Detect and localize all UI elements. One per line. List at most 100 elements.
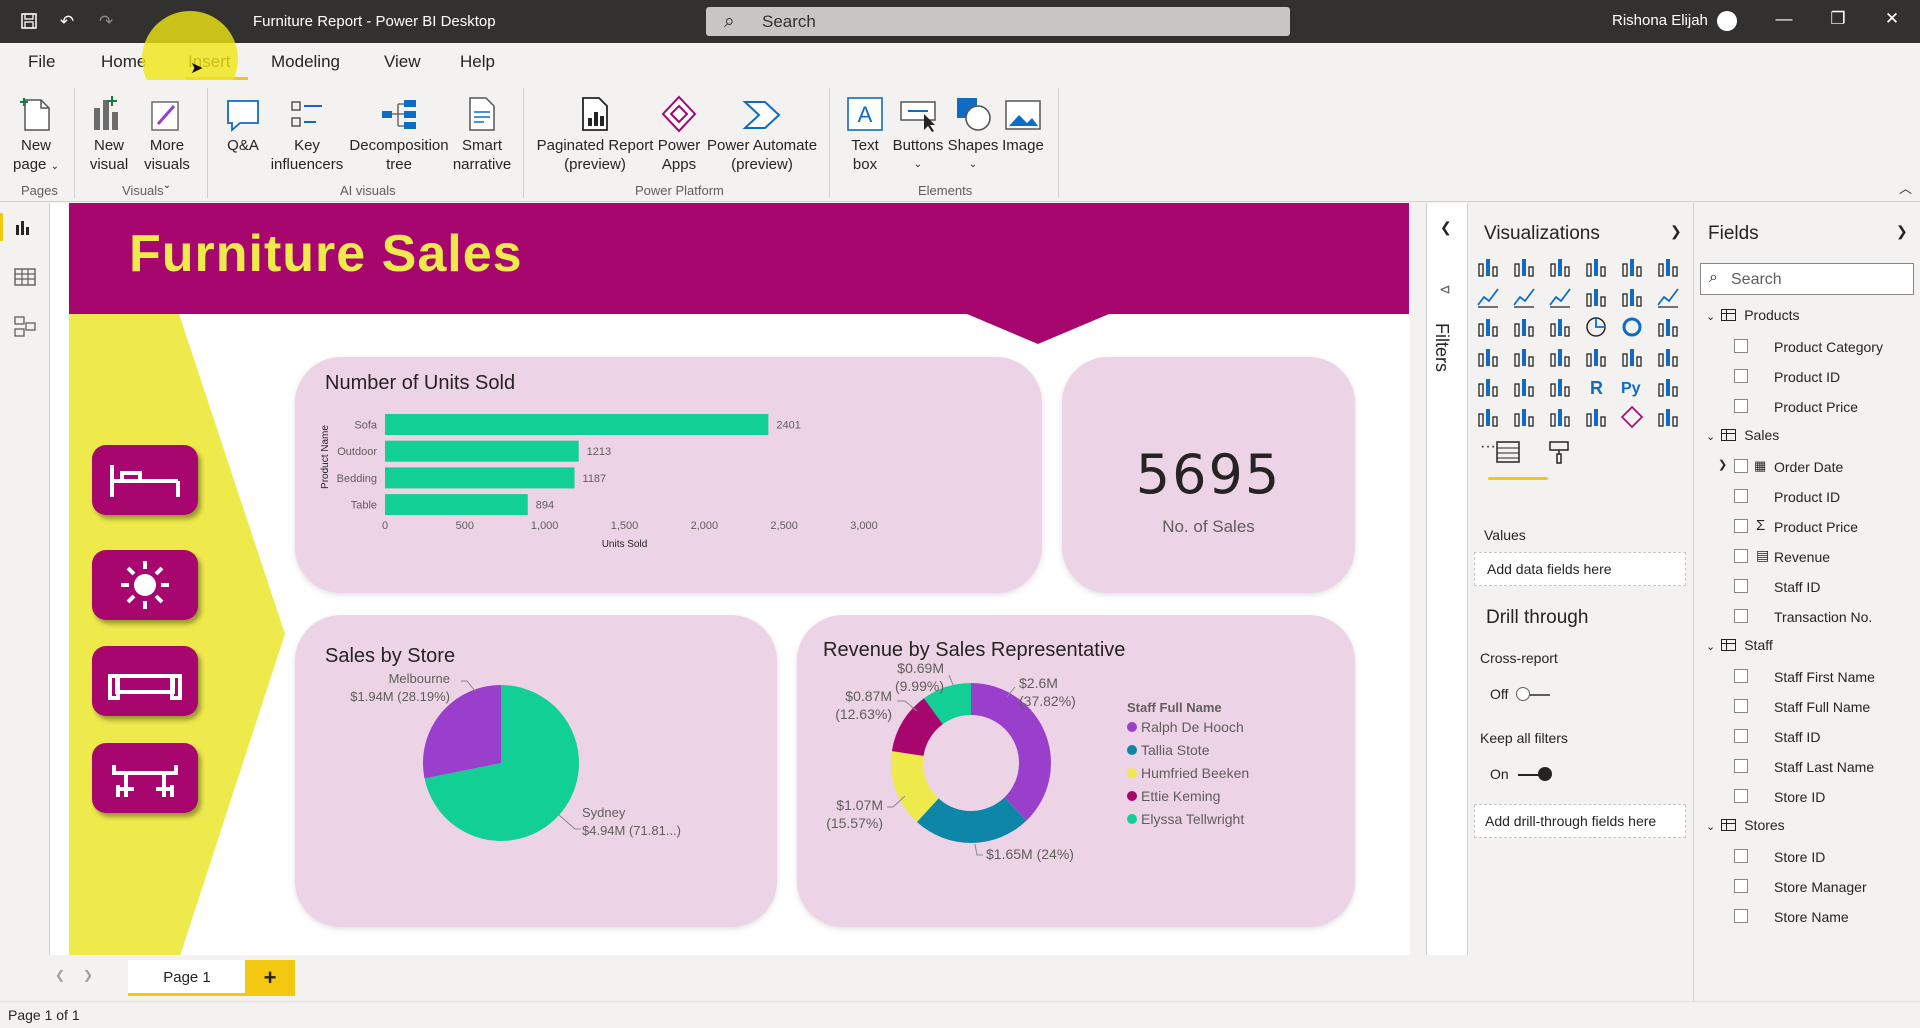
minimize-icon[interactable]: — — [1769, 9, 1799, 33]
keep-filters-toggle[interactable] — [1516, 767, 1552, 781]
cross-report-toggle[interactable] — [1516, 687, 1552, 701]
tab-modeling[interactable]: Modeling — [271, 52, 340, 72]
stacked-column-visual-icon[interactable] — [1512, 255, 1536, 279]
qa-visual-icon[interactable] — [1512, 405, 1536, 429]
field-item[interactable]: ▤ Revenue — [1734, 547, 1914, 569]
field-checkbox[interactable] — [1734, 399, 1748, 413]
collapse-fields-icon[interactable]: ❯ — [1896, 223, 1908, 240]
user-name[interactable]: Rishona Elijah — [1612, 12, 1708, 29]
field-item[interactable]: Product ID — [1734, 367, 1914, 389]
new-page-button[interactable]: New page ⌄ — [12, 86, 60, 176]
image-button[interactable]: Image — [1000, 86, 1046, 155]
paginated-report-button[interactable]: Paginated Report (preview) — [536, 86, 654, 174]
r-script-visual-icon[interactable]: R — [1584, 375, 1608, 399]
field-item[interactable]: Staff ID — [1734, 577, 1914, 599]
more-visuals-button[interactable]: More visuals ⌄ — [142, 86, 192, 195]
collapse-visualizations-icon[interactable]: ❯ — [1670, 223, 1682, 240]
kpi-visual-icon[interactable] — [1656, 345, 1680, 369]
clustered-bar-visual-icon[interactable] — [1548, 255, 1572, 279]
field-checkbox[interactable] — [1734, 519, 1748, 533]
field-checkbox[interactable] — [1734, 579, 1748, 593]
field-checkbox[interactable] — [1734, 729, 1748, 743]
field-item[interactable]: Σ Product Price — [1734, 517, 1914, 539]
smart-narrative-button[interactable]: Smart narrative — [450, 86, 514, 174]
format-paintbrush-icon[interactable] — [1546, 439, 1572, 469]
pie-visual-icon[interactable] — [1584, 315, 1608, 339]
drill-through-drop-zone[interactable]: Add drill-through fields here — [1474, 804, 1686, 838]
filled-map-visual-icon[interactable] — [1512, 345, 1536, 369]
stacked-bar-visual-icon[interactable] — [1476, 255, 1500, 279]
map-visual-icon[interactable] — [1476, 345, 1500, 369]
field-item[interactable]: Staff Last Name — [1734, 757, 1914, 779]
area-visual-icon[interactable] — [1512, 285, 1536, 309]
100pct-bar-visual-icon[interactable] — [1620, 255, 1644, 279]
bedding-category-button[interactable] — [92, 445, 198, 515]
next-page-icon[interactable]: ❯ — [83, 968, 93, 982]
field-checkbox[interactable] — [1734, 549, 1748, 563]
line-stacked-column-visual-icon[interactable] — [1620, 285, 1644, 309]
field-item[interactable]: Product ID — [1734, 487, 1914, 509]
field-checkbox[interactable] — [1734, 699, 1748, 713]
power-automate-button[interactable]: Power Automate (preview) — [706, 86, 818, 174]
close-icon[interactable]: ✕ — [1877, 9, 1907, 33]
decomposition-visual-icon[interactable] — [1476, 405, 1500, 429]
field-item[interactable]: Store Manager — [1734, 877, 1914, 899]
paginated-visual-icon[interactable] — [1584, 405, 1608, 429]
table-category-button[interactable] — [92, 743, 198, 813]
field-item[interactable]: Product Category — [1734, 337, 1914, 359]
expand-filters-icon[interactable]: ❮ — [1440, 219, 1452, 236]
power-automate-visual-icon[interactable] — [1656, 405, 1680, 429]
new-visual-button[interactable]: New visual — [88, 86, 130, 174]
clustered-column-visual-icon[interactable] — [1584, 255, 1608, 279]
key-influencers-visual-icon[interactable] — [1656, 375, 1680, 399]
field-checkbox[interactable] — [1734, 339, 1748, 353]
tab-file[interactable]: File — [28, 52, 55, 72]
field-item[interactable]: Staff ID — [1734, 727, 1914, 749]
key-influencers-button[interactable]: Key influencers — [268, 86, 346, 174]
buttons-button[interactable]: Buttons ⌄ — [890, 86, 946, 174]
field-checkbox[interactable] — [1734, 459, 1748, 473]
avatar[interactable] — [1717, 11, 1737, 31]
sofa-category-button[interactable] — [92, 646, 198, 716]
100pct-column-visual-icon[interactable] — [1656, 255, 1680, 279]
kpi-card[interactable]: 5695 No. of Sales — [1062, 357, 1355, 593]
field-item[interactable]: Staff Full Name — [1734, 697, 1914, 719]
field-item[interactable]: Store Name — [1734, 907, 1914, 929]
python-visual-icon[interactable]: Py — [1620, 375, 1644, 399]
multi-row-card-visual-icon[interactable] — [1620, 345, 1644, 369]
table-node-stores[interactable]: ⌄ Stores — [1706, 817, 1785, 834]
sales-by-store-card[interactable]: Sales by Store Sydney $4.94M (71.81...) Me… — [295, 615, 777, 927]
treemap-visual-icon[interactable] — [1656, 315, 1680, 339]
field-checkbox[interactable] — [1734, 669, 1748, 683]
field-checkbox[interactable] — [1734, 849, 1748, 863]
field-checkbox[interactable] — [1734, 759, 1748, 773]
page-tab-1[interactable]: Page 1 — [128, 960, 246, 996]
card-visual-icon[interactable] — [1584, 345, 1608, 369]
narrative-visual-icon[interactable] — [1548, 405, 1572, 429]
add-page-button[interactable]: + — [245, 960, 295, 996]
decomposition-tree-button[interactable]: Decomposition tree — [346, 86, 452, 174]
data-view-icon[interactable] — [14, 267, 36, 291]
fields-well-icon[interactable] — [1495, 439, 1521, 469]
qa-button[interactable]: Q&A — [224, 86, 262, 155]
field-checkbox[interactable] — [1734, 789, 1748, 803]
field-item[interactable]: Product Price — [1734, 397, 1914, 419]
field-item[interactable]: Store ID — [1734, 847, 1914, 869]
field-checkbox[interactable] — [1734, 909, 1748, 923]
ribbon-visual-icon[interactable] — [1656, 285, 1680, 309]
field-checkbox[interactable] — [1734, 609, 1748, 623]
tab-view[interactable]: View — [384, 52, 421, 72]
field-checkbox[interactable] — [1734, 489, 1748, 503]
slicer-visual-icon[interactable] — [1476, 375, 1500, 399]
save-icon[interactable] — [18, 11, 40, 33]
donut-visual-icon[interactable] — [1620, 315, 1644, 339]
stacked-area-visual-icon[interactable] — [1548, 285, 1572, 309]
table-node-products[interactable]: ⌄ Products — [1706, 307, 1799, 324]
waterfall-visual-icon[interactable] — [1476, 315, 1500, 339]
gauge-visual-icon[interactable] — [1548, 345, 1572, 369]
redo-icon[interactable]: ↷ — [95, 11, 117, 33]
table-visual-icon[interactable] — [1512, 375, 1536, 399]
filters-pane-collapsed[interactable]: ❮ ⊲ Filters — [1426, 203, 1468, 955]
table-node-staff[interactable]: ⌄ Staff — [1706, 637, 1773, 654]
undo-icon[interactable]: ↶ — [56, 11, 78, 33]
